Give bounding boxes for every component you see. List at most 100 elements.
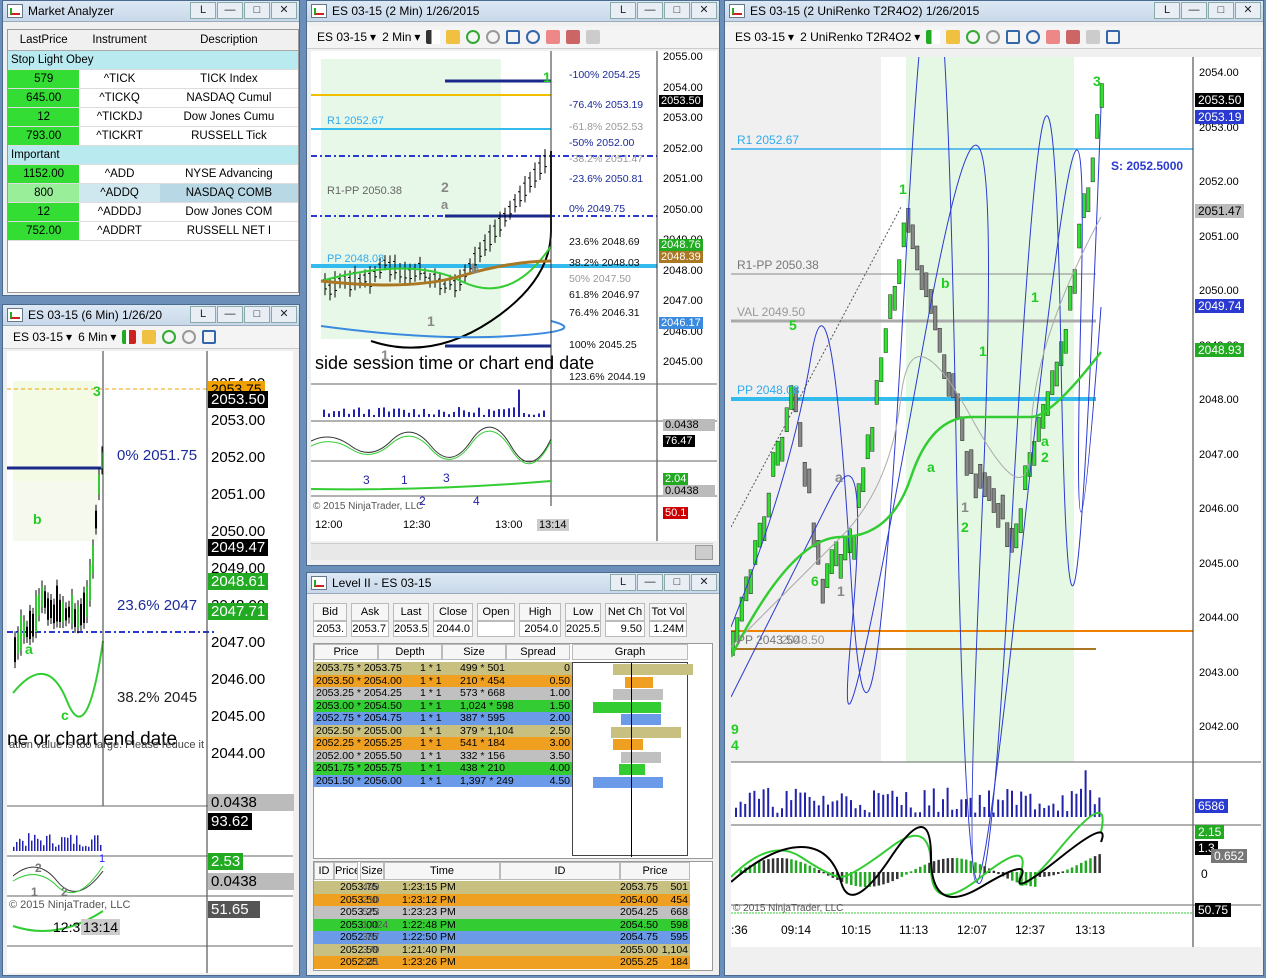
- table-row[interactable]: 645.00 ^TICKQ NASDAQ Cumul: [8, 88, 298, 108]
- interval-selector[interactable]: 6 Min ▾: [78, 330, 116, 344]
- minimize-button[interactable]: —: [1181, 2, 1207, 19]
- ts-header[interactable]: Time: [384, 862, 500, 880]
- bar-type-icon[interactable]: [426, 30, 441, 44]
- table-row[interactable]: 752.00 ^ADDRT RUSSELL NET I: [8, 221, 298, 241]
- zoom-out-icon[interactable]: [486, 30, 501, 44]
- book-row[interactable]: 2053.50 * 2054.00 1 * 1 210 * 454 0.50: [314, 674, 572, 687]
- link-button[interactable]: L: [1154, 2, 1180, 19]
- book-row[interactable]: 2052.50 * 2055.00 1 * 1 379 * 1,104 2.50: [314, 724, 572, 737]
- scrollbar[interactable]: [311, 543, 713, 560]
- table-row[interactable]: 800 ^ADDQ NASDAQ COMB: [8, 183, 298, 203]
- search-icon[interactable]: [1026, 30, 1041, 44]
- table-row[interactable]: 1152.00 ^ADD NYSE Advancing: [8, 164, 298, 184]
- zoom-out-icon[interactable]: [182, 330, 197, 344]
- table-row[interactable]: 12 ^TICKDJ Dow Jones Cumu: [8, 107, 298, 127]
- close-button[interactable]: ✕: [691, 2, 717, 19]
- book-header[interactable]: Graph: [572, 644, 688, 660]
- chart-2min-plot[interactable]: 2055.00 2054.00 2053.00 2052.00 2051.00 2050.…: [310, 51, 717, 541]
- chart-6min-titlebar[interactable]: ES 03-15 (6 Min) 1/26/20 L — □ ✕: [3, 305, 299, 326]
- close-button[interactable]: ✕: [271, 2, 297, 19]
- chart-2min-titlebar[interactable]: ES 03-15 (2 Min) 1/26/2015 L — □ ✕: [307, 1, 719, 22]
- link-button[interactable]: L: [190, 2, 216, 19]
- column-header[interactable]: Description: [159, 30, 298, 51]
- maximize-button[interactable]: □: [664, 574, 690, 591]
- zoom-in-icon[interactable]: [466, 30, 481, 44]
- table-row[interactable]: 12 ^ADDDJ Dow Jones COM: [8, 202, 298, 222]
- minimize-button[interactable]: —: [637, 2, 663, 19]
- interval-selector[interactable]: 2 UniRenko T2R4O2 ▾: [800, 30, 920, 44]
- book-header[interactable]: Size: [442, 644, 506, 660]
- book-row[interactable]: 2053.75 * 2053.75 1 * 1 499 * 501 0: [314, 662, 572, 675]
- book-row[interactable]: 2052.25 * 2055.25 1 * 1 541 * 184 3.00: [314, 737, 572, 750]
- book-header[interactable]: Depth: [378, 644, 442, 660]
- interval-selector[interactable]: 2 Min ▾: [382, 30, 420, 44]
- ts-row[interactable]: 2053.50 210 1:23:12 PM 2054.00 454: [314, 893, 690, 906]
- maximize-button[interactable]: □: [244, 306, 270, 323]
- market-analyzer-titlebar[interactable]: Market Analyzer L — □ ✕: [3, 1, 299, 22]
- book-header[interactable]: Spread: [506, 644, 570, 660]
- link-button[interactable]: L: [610, 2, 636, 19]
- strategies-icon[interactable]: [1086, 30, 1101, 44]
- pencil-icon[interactable]: [446, 30, 461, 44]
- maximize-button[interactable]: □: [1208, 2, 1234, 19]
- ts-header[interactable]: Price: [620, 862, 690, 880]
- ts-row[interactable]: 2052.50 379 1:21:40 PM 2055.00 1,104: [314, 943, 690, 956]
- crosshair-icon[interactable]: [506, 30, 521, 44]
- data-box-icon[interactable]: [1106, 30, 1121, 44]
- ts-header[interactable]: Price: [334, 862, 358, 880]
- indicators-icon[interactable]: [1066, 30, 1081, 44]
- zoom-out-icon[interactable]: [986, 30, 1001, 44]
- search-icon[interactable]: [526, 30, 541, 44]
- pencil-icon[interactable]: [142, 330, 157, 344]
- close-button[interactable]: ✕: [271, 306, 297, 323]
- instrument-selector[interactable]: ES 03-15 ▾: [13, 330, 72, 344]
- scrollbar-thumb[interactable]: [695, 545, 713, 560]
- minimize-button[interactable]: —: [217, 2, 243, 19]
- ts-row[interactable]: 2053.00 1,024 1:22:48 PM 2054.50 598: [314, 918, 690, 931]
- book-row[interactable]: 2051.50 * 2056.00 1 * 1 1,397 * 249 4.50: [314, 774, 572, 787]
- minimize-button[interactable]: —: [217, 306, 243, 323]
- ts-row[interactable]: 2053.75 499 1:23:15 PM 2053.75 501: [314, 881, 690, 894]
- maximize-button[interactable]: □: [244, 2, 270, 19]
- table-row[interactable]: 793.00 ^TICKRT RUSSELL Tick: [8, 126, 298, 146]
- crosshair-icon[interactable]: [202, 330, 217, 344]
- ts-row[interactable]: 2052.75 387 1:22:50 PM 2054.75 595: [314, 931, 690, 944]
- book-row[interactable]: 2052.00 * 2055.50 1 * 1 332 * 156 3.50: [314, 749, 572, 762]
- level2-titlebar[interactable]: Level II - ES 03-15 L — □ ✕: [307, 573, 719, 594]
- pencil-icon[interactable]: [946, 30, 961, 44]
- book-row[interactable]: 2051.75 * 2055.75 1 * 1 438 * 210 4.00: [314, 762, 572, 775]
- bar-type-icon[interactable]: [926, 30, 941, 44]
- maximize-button[interactable]: □: [664, 2, 690, 19]
- column-header[interactable]: Instrument: [79, 30, 160, 51]
- properties-icon[interactable]: [546, 30, 561, 44]
- indicators-icon[interactable]: [566, 30, 581, 44]
- zoom-in-icon[interactable]: [966, 30, 981, 44]
- properties-icon[interactable]: [1046, 30, 1061, 44]
- minimize-button[interactable]: —: [637, 574, 663, 591]
- group-row[interactable]: Stop Light Obey: [8, 50, 298, 70]
- link-button[interactable]: L: [190, 306, 216, 323]
- instrument-selector[interactable]: ES 03-15 ▾: [317, 30, 376, 44]
- ts-header[interactable]: ID: [314, 862, 334, 880]
- ts-row[interactable]: 2053.25 573 1:23:23 PM 2054.25 668: [314, 906, 690, 919]
- table-row[interactable]: 579 ^TICK TICK Index: [8, 69, 298, 89]
- close-button[interactable]: ✕: [1235, 2, 1261, 19]
- close-button[interactable]: ✕: [691, 574, 717, 591]
- ts-header[interactable]: ID: [500, 862, 620, 880]
- chart-renko-plot[interactable]: 2054.002053.002052.002051.002050.002049.…: [729, 1, 1261, 947]
- book-row[interactable]: 2053.25 * 2054.25 1 * 1 573 * 668 1.00: [314, 687, 572, 700]
- strategies-icon[interactable]: [586, 30, 601, 44]
- column-header[interactable]: LastPrice: [8, 30, 80, 51]
- chart-6min-plot[interactable]: 2054.002053.002052.002051.002050.002049.…: [7, 351, 294, 973]
- zoom-in-icon[interactable]: [162, 330, 177, 344]
- group-row[interactable]: Important: [8, 145, 298, 165]
- crosshair-icon[interactable]: [1006, 30, 1021, 44]
- bar-type-icon[interactable]: [122, 330, 137, 344]
- book-row[interactable]: 2053.00 * 2054.50 1 * 1 1,024 * 598 1.50: [314, 699, 572, 712]
- instrument-selector[interactable]: ES 03-15 ▾: [735, 30, 794, 44]
- ts-header[interactable]: Size: [360, 862, 384, 880]
- book-row[interactable]: 2052.75 * 2054.75 1 * 1 387 * 595 2.00: [314, 712, 572, 725]
- chart-renko-titlebar[interactable]: ES 03-15 (2 UniRenko T2R4O2) 1/26/2015 L…: [725, 1, 1263, 22]
- book-header[interactable]: Price: [314, 644, 378, 660]
- link-button[interactable]: L: [610, 574, 636, 591]
